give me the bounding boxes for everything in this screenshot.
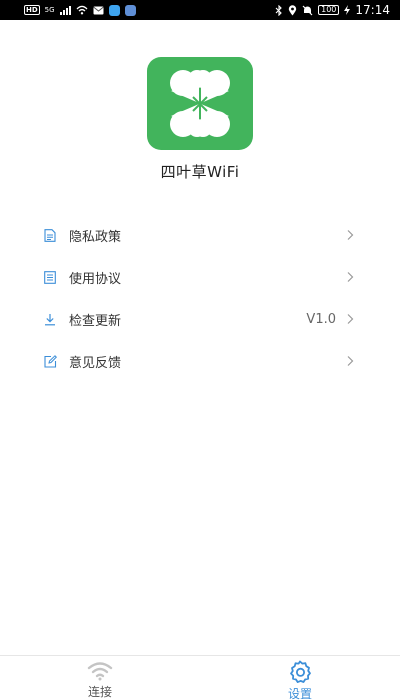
status-bar-right: 100 17:14 bbox=[275, 3, 390, 17]
charging-icon bbox=[344, 5, 351, 15]
menu-item-user-agreement[interactable]: 使用协议 bbox=[0, 256, 400, 298]
agreement-icon bbox=[43, 270, 57, 284]
download-icon bbox=[43, 312, 57, 326]
menu-item-label: 隐私政策 bbox=[69, 229, 122, 245]
edit-icon bbox=[43, 354, 57, 368]
battery-indicator: 100 bbox=[318, 5, 340, 15]
signal-icon bbox=[59, 5, 71, 15]
settings-menu: 隐私政策 使用协议 检查更新 V1.0 意见反馈 bbox=[0, 214, 400, 382]
gear-icon bbox=[287, 660, 313, 684]
bluetooth-icon bbox=[275, 4, 282, 16]
menu-item-label: 使用协议 bbox=[69, 271, 122, 287]
app-notification-icon bbox=[108, 4, 120, 16]
menu-item-privacy-policy[interactable]: 隐私政策 bbox=[0, 214, 400, 256]
app-name: 四叶草WiFi bbox=[160, 163, 240, 181]
wifi-icon bbox=[87, 660, 113, 682]
document-icon bbox=[43, 228, 57, 242]
chevron-right-icon bbox=[347, 314, 354, 324]
status-bar-left: HD 5G bbox=[24, 4, 136, 16]
mail-icon bbox=[92, 6, 104, 14]
menu-item-check-update[interactable]: 检查更新 V1.0 bbox=[0, 298, 400, 340]
menu-item-label: 意见反馈 bbox=[69, 355, 122, 371]
tab-label: 连接 bbox=[87, 685, 112, 699]
tab-label: 设置 bbox=[287, 687, 312, 700]
chevron-right-icon bbox=[347, 272, 354, 282]
mute-icon bbox=[302, 5, 313, 15]
app-notification-icon-2 bbox=[124, 4, 136, 16]
menu-item-label: 检查更新 bbox=[69, 313, 122, 329]
tab-connect[interactable]: 连接 bbox=[0, 656, 200, 700]
bottom-nav: 连接 设置 bbox=[0, 655, 400, 700]
network-type-label: 5G bbox=[44, 6, 55, 14]
status-bar: HD 5G 100 17:14 bbox=[0, 0, 400, 20]
location-icon bbox=[288, 4, 297, 15]
version-value: V1.0 bbox=[306, 311, 336, 327]
status-time: 17:14 bbox=[355, 3, 390, 17]
tab-settings[interactable]: 设置 bbox=[200, 656, 400, 700]
chevron-right-icon bbox=[347, 356, 354, 366]
menu-item-feedback[interactable]: 意见反馈 bbox=[0, 340, 400, 382]
app-logo bbox=[147, 57, 253, 150]
clover-icon bbox=[170, 70, 230, 137]
hd-badge: HD bbox=[24, 5, 40, 15]
wifi-status-icon bbox=[76, 5, 88, 15]
chevron-right-icon bbox=[347, 230, 354, 240]
